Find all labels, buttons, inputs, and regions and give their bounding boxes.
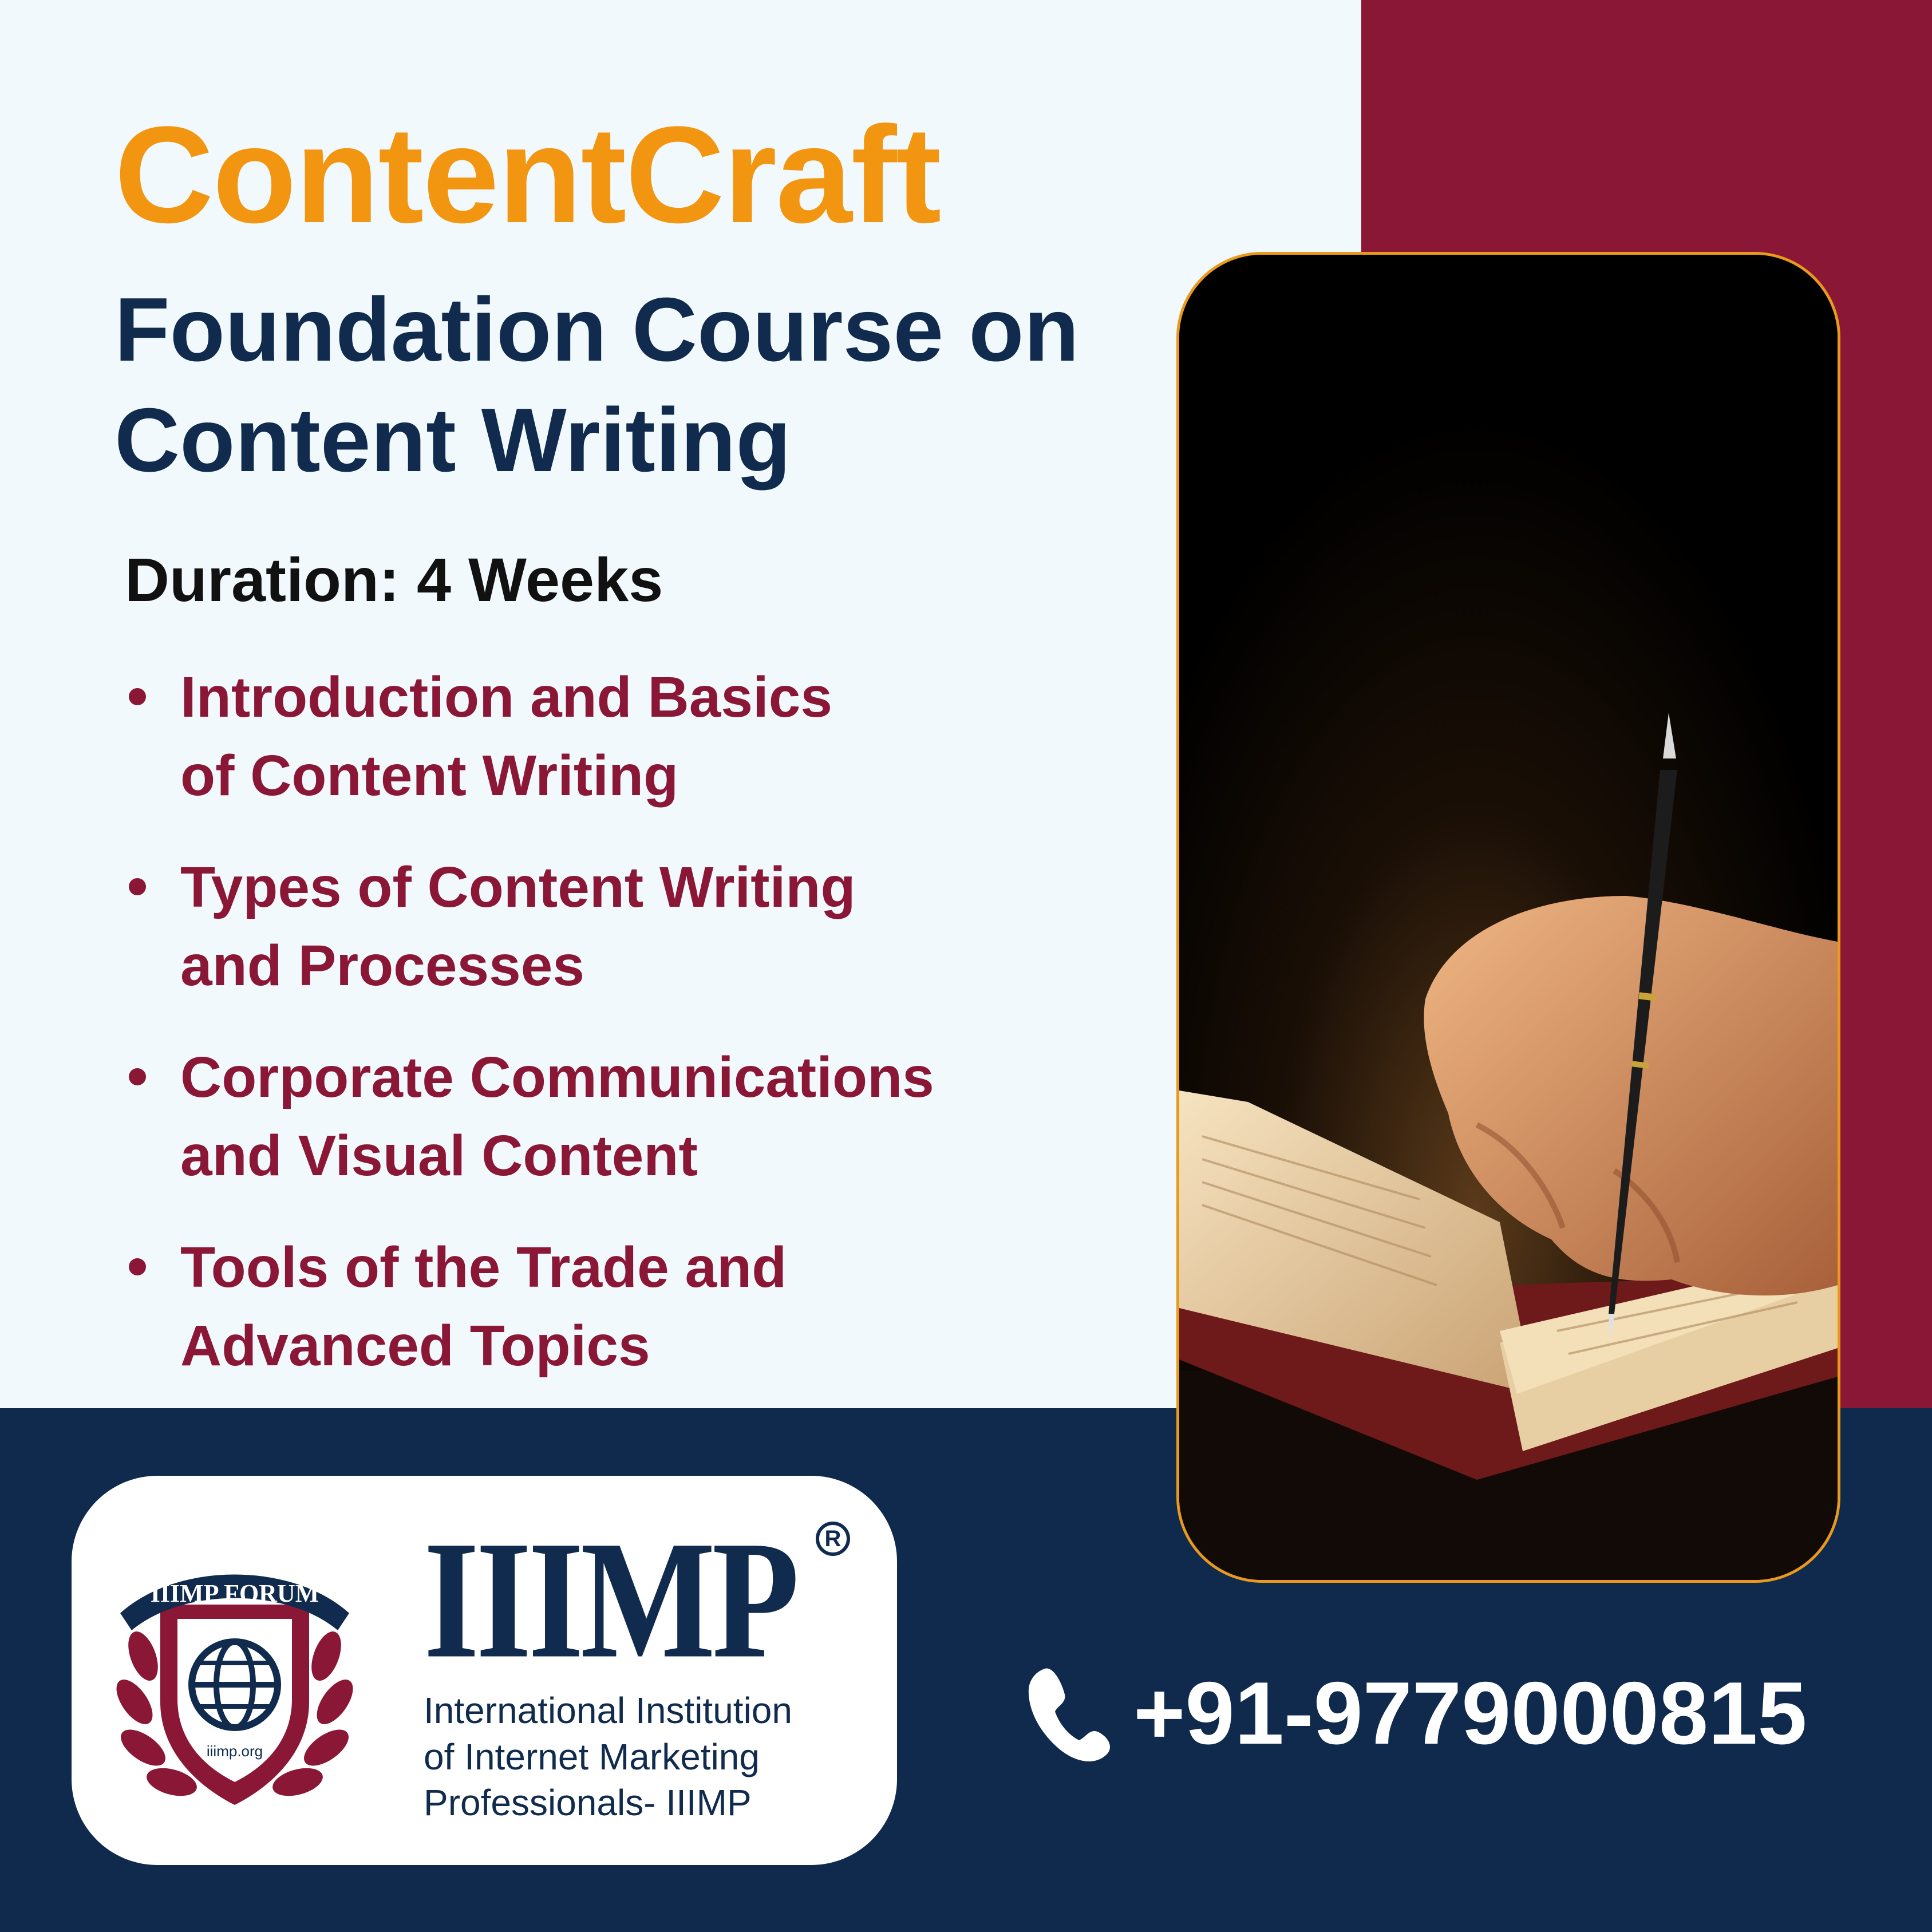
institution-name-line: Professionals- IIIMP <box>424 1782 752 1824</box>
institute-logo-card: IIIMP FORUM iiimp.org IIIMP R Internatio… <box>72 1476 897 1865</box>
writing-photo <box>1176 252 1840 1583</box>
course-title: Foundation Course on Content Writing <box>114 275 1079 496</box>
list-item: Tools of the Trade and Advanced Topics <box>123 1228 934 1385</box>
topic-line: and Visual Content <box>180 1124 698 1188</box>
topic-line: of Content Writing <box>180 744 679 808</box>
hand-writing-with-pen-icon <box>1179 255 1838 1580</box>
topic-line: and Processes <box>180 934 584 998</box>
course-title-line: Foundation Course on <box>114 279 1080 380</box>
topic-line: Tools of the Trade and <box>180 1235 787 1299</box>
institution-name-line: International Institution <box>424 1690 792 1731</box>
institution-name-line: of Internet Marketing <box>424 1736 760 1777</box>
topic-list: Introduction and Basics of Content Writi… <box>123 658 934 1419</box>
list-item: Types of Content Writing and Processes <box>123 848 934 1005</box>
duration-label: Duration: 4 Weeks <box>125 545 663 614</box>
brand-title: ContentCraft <box>114 98 941 251</box>
course-title-line: Content Writing <box>114 389 791 491</box>
phone-number[interactable]: +91-9779000815 <box>1133 1669 1807 1757</box>
institution-name: International Institution of Internet Ma… <box>424 1688 792 1826</box>
bullet-dot <box>129 1068 146 1085</box>
topic-line: Introduction and Basics <box>180 665 833 729</box>
emblem-banner-text: IIIMP FORUM <box>151 1579 319 1607</box>
registered-mark: R <box>816 1522 850 1556</box>
iiimp-wordmark: IIIMP <box>424 1506 800 1694</box>
list-item: Corporate Communications and Visual Cont… <box>123 1038 934 1195</box>
iiimp-forum-emblem-icon: IIIMP FORUM iiimp.org <box>116 1574 353 1805</box>
list-item: Introduction and Basics of Content Writi… <box>123 658 934 815</box>
topic-line: Corporate Communications <box>180 1045 934 1109</box>
bullet-dot <box>129 1258 146 1275</box>
emblem-url-text: iiimp.org <box>207 1743 263 1760</box>
bullet-dot <box>129 878 146 895</box>
topic-line: Types of Content Writing <box>180 855 856 919</box>
phone-icon[interactable] <box>1022 1663 1113 1763</box>
bullet-dot <box>129 688 146 705</box>
topic-line: Advanced Topics <box>180 1314 650 1378</box>
